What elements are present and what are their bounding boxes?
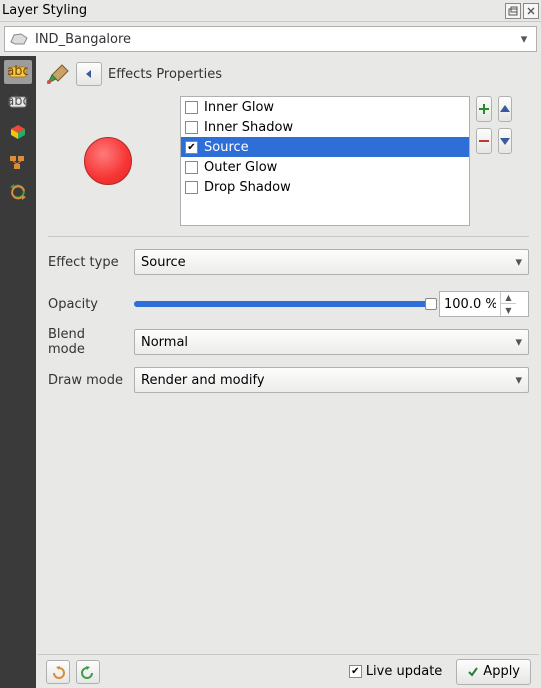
opacity-label: Opacity (48, 297, 126, 312)
panel-footer: ✔ Live update Apply (38, 654, 539, 688)
effect-row[interactable]: Inner Shadow (181, 117, 469, 137)
effect-label: Source (204, 140, 249, 155)
close-button[interactable] (523, 3, 539, 19)
add-effect-button[interactable] (476, 96, 492, 122)
polygon-layer-icon (9, 32, 29, 46)
effect-row[interactable]: ✔ Source (181, 137, 469, 157)
chevron-down-icon: ▾ (515, 255, 522, 270)
chevron-down-icon: ▾ (516, 32, 532, 47)
live-update-label: Live update (366, 664, 442, 679)
tab-3d-view[interactable] (4, 120, 32, 144)
effect-checkbox[interactable] (185, 181, 198, 194)
effect-checkbox[interactable] (185, 101, 198, 114)
blend-mode-combo[interactable]: Normal ▾ (134, 329, 529, 355)
live-update-checkbox[interactable]: ✔ Live update (349, 664, 442, 679)
content-column: Effects Properties Inner Glow Inner Shado… (36, 56, 541, 688)
panel-titlebar: Layer Styling (0, 0, 541, 22)
opacity-slider[interactable] (134, 294, 431, 314)
move-up-button[interactable] (498, 96, 512, 122)
spin-down-button[interactable]: ▼ (501, 304, 516, 316)
undo-button[interactable] (46, 660, 70, 684)
blend-mode-label: Blend mode (48, 327, 126, 357)
chevron-down-icon: ▾ (515, 335, 522, 350)
move-down-button[interactable] (498, 128, 512, 154)
draw-mode-value: Render and modify (141, 373, 515, 388)
apply-button[interactable]: Apply (456, 659, 531, 685)
tab-labels[interactable]: abc (4, 90, 32, 114)
preview-row: Inner Glow Inner Shadow ✔ Source Outer Glow D… (48, 96, 529, 226)
effects-side-buttons (476, 96, 506, 226)
effects-header: Effects Properties (38, 58, 539, 96)
effect-checkbox[interactable] (185, 161, 198, 174)
paintbrush-icon (44, 63, 70, 85)
effect-checkbox[interactable]: ✔ (185, 141, 198, 154)
back-button[interactable] (76, 62, 102, 86)
effect-label: Outer Glow (204, 160, 277, 175)
spin-up-button[interactable]: ▲ (501, 292, 516, 304)
draw-mode-row: Draw mode Render and modify ▾ (48, 367, 529, 393)
opacity-spinbox[interactable]: ▲ ▼ (439, 291, 529, 317)
draw-mode-combo[interactable]: Render and modify ▾ (134, 367, 529, 393)
opacity-row: Opacity ▲ ▼ (48, 291, 529, 317)
effect-checkbox[interactable] (185, 121, 198, 134)
effect-label: Inner Glow (204, 100, 274, 115)
effect-type-row: Effect type Source ▾ (48, 249, 529, 275)
blend-mode-value: Normal (141, 335, 515, 350)
effect-label: Inner Shadow (204, 120, 293, 135)
layer-name: IND_Bangalore (35, 32, 516, 47)
svg-text:abc: abc (8, 64, 28, 79)
remove-effect-button[interactable] (476, 128, 492, 154)
effect-type-label: Effect type (48, 255, 126, 270)
tab-diagrams[interactable] (4, 150, 32, 174)
opacity-value-input[interactable] (440, 297, 500, 312)
effects-list[interactable]: Inner Glow Inner Shadow ✔ Source Outer Glow D… (180, 96, 470, 226)
tab-symbology[interactable]: abc (4, 60, 32, 84)
effect-row[interactable]: Inner Glow (181, 97, 469, 117)
effect-type-value: Source (141, 255, 515, 270)
svg-text:abc: abc (8, 94, 28, 109)
check-icon (467, 666, 479, 678)
redo-button[interactable] (76, 660, 100, 684)
separator (48, 236, 529, 237)
effect-preview (48, 96, 168, 226)
effect-type-combo[interactable]: Source ▾ (134, 249, 529, 275)
effects-header-label: Effects Properties (108, 67, 222, 82)
chevron-down-icon: ▾ (515, 373, 522, 388)
checkbox-icon: ✔ (349, 665, 362, 678)
panel-title: Layer Styling (2, 3, 503, 18)
layer-selector[interactable]: IND_Bangalore ▾ (4, 26, 537, 52)
preview-symbol (84, 137, 132, 185)
effects-body: Inner Glow Inner Shadow ✔ Source Outer Glow D… (38, 96, 539, 654)
effect-label: Drop Shadow (204, 180, 291, 195)
draw-mode-label: Draw mode (48, 373, 126, 388)
apply-label: Apply (483, 664, 520, 679)
undock-button[interactable] (505, 3, 521, 19)
tab-history[interactable] (4, 180, 32, 204)
main-area: abc abc Effe (0, 56, 541, 688)
blend-mode-row: Blend mode Normal ▾ (48, 327, 529, 357)
effect-row[interactable]: Drop Shadow (181, 177, 469, 197)
style-tabs: abc abc (0, 56, 36, 688)
layer-styling-panel: Layer Styling IND_Bangalore ▾ abc abc (0, 0, 541, 688)
effect-row[interactable]: Outer Glow (181, 157, 469, 177)
